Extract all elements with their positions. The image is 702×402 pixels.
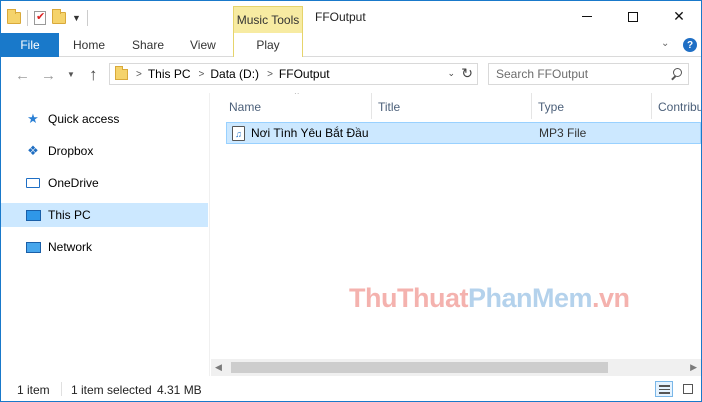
breadcrumb-this-pc[interactable]: This PC	[148, 67, 191, 81]
address-bar[interactable]: > This PC > Data (D:) > FFOutput ⌄ ↻	[109, 63, 478, 85]
status-bar: 1 item 1 item selected 4.31 MB	[1, 377, 701, 401]
breadcrumb-ffoutput[interactable]: FFOutput	[279, 67, 330, 81]
pane-divider[interactable]	[209, 93, 210, 376]
column-header-name[interactable]: Name	[229, 96, 261, 118]
column-divider[interactable]	[651, 93, 652, 119]
title-bar: ▼ Music Tools FFOutput ✕	[1, 1, 701, 33]
tab-file[interactable]: File	[1, 33, 59, 57]
selected-size: 4.31 MB	[157, 383, 202, 397]
recent-locations-chevron-icon[interactable]: ▼	[67, 70, 75, 79]
details-view-button[interactable]	[655, 381, 673, 397]
status-divider	[61, 382, 62, 396]
toolbar-divider	[27, 10, 28, 26]
up-arrow-icon[interactable]: ↑	[89, 65, 98, 85]
explorer-window: ▼ Music Tools FFOutput ✕ File Home Share…	[0, 0, 702, 402]
sidebar-item-label: Quick access	[48, 112, 120, 126]
sidebar-item-label: Dropbox	[48, 144, 94, 158]
onedrive-icon-shape	[26, 178, 40, 188]
navigation-pane: ★ Quick access ❖ Dropbox OneDrive This P…	[1, 93, 209, 376]
table-row[interactable]: ♫ Nơi Tình Yêu Bắt Đầu MP3 File	[226, 122, 701, 144]
search-placeholder: Search FFOutput	[496, 67, 589, 81]
maximize-button[interactable]	[610, 1, 656, 32]
sidebar-item-quick-access[interactable]: ★ Quick access	[1, 107, 208, 131]
sidebar-item-onedrive[interactable]: OneDrive	[1, 171, 208, 195]
sidebar-item-network[interactable]: Network	[1, 235, 208, 259]
close-button[interactable]: ✕	[656, 1, 702, 32]
column-header-type[interactable]: Type	[538, 96, 564, 118]
sidebar-item-dropbox[interactable]: ❖ Dropbox	[1, 139, 208, 163]
watermark-logo: ThuThuatPhanMem.vn	[349, 283, 630, 314]
breadcrumb-separator-icon[interactable]: >	[199, 69, 205, 80]
ribbon-tabs: File Home Share View Play ⌄ ?	[1, 33, 701, 57]
computer-icon	[25, 207, 41, 223]
back-arrow-icon[interactable]: ←	[15, 67, 30, 84]
sort-ascending-icon: ⌃	[293, 93, 301, 100]
file-name: Nơi Tình Yêu Bắt Đầu	[251, 126, 369, 140]
maximize-icon	[628, 11, 638, 22]
file-list: ⌃ Name Title Type Contribu ♫ Nơi Tình Yê…	[211, 93, 701, 376]
sidebar-item-this-pc[interactable]: This PC	[1, 203, 208, 227]
breadcrumb-separator-icon[interactable]: >	[136, 69, 142, 80]
mp3-file-icon: ♫	[232, 126, 245, 141]
watermark-part-1: ThuThuat	[349, 283, 468, 313]
window-title: FFOutput	[315, 10, 366, 24]
column-header-contributing-artists[interactable]: Contribu	[658, 96, 701, 118]
forward-arrow-icon[interactable]: →	[41, 67, 56, 84]
sidebar-item-label: OneDrive	[48, 176, 99, 190]
address-history-chevron-icon[interactable]: ⌄	[447, 68, 455, 79]
minimize-button[interactable]	[564, 1, 610, 32]
help-icon[interactable]: ?	[683, 38, 697, 52]
details-view-icon	[658, 384, 670, 394]
quick-access-toolbar: ▼	[7, 8, 88, 28]
sidebar-item-label: This PC	[48, 208, 91, 222]
search-input[interactable]: Search FFOutput	[488, 63, 689, 85]
breadcrumb-data-drive[interactable]: Data (D:)	[210, 67, 259, 81]
selected-count: 1 item selected	[71, 383, 152, 397]
file-type: MP3 File	[539, 126, 587, 140]
star-icon: ★	[27, 111, 39, 126]
watermark-part-2: PhanMem	[467, 283, 593, 313]
navigation-bar: ← → ▼ ↑ > This PC > Data (D:) > FFOutput…	[1, 58, 701, 92]
expand-ribbon-chevron-icon[interactable]: ⌄	[661, 38, 669, 49]
watermark-part-3: .vn	[592, 283, 630, 313]
refresh-icon[interactable]: ↻	[461, 65, 473, 82]
tab-play[interactable]: Play	[233, 33, 303, 57]
breadcrumb-separator-icon[interactable]: >	[267, 69, 273, 80]
search-icon[interactable]	[670, 68, 682, 80]
tab-share[interactable]: Share	[132, 33, 164, 57]
sidebar-item-label: Network	[48, 240, 93, 254]
properties-icon[interactable]	[34, 10, 46, 25]
column-divider[interactable]	[371, 93, 372, 119]
column-header-title[interactable]: Title	[378, 96, 400, 118]
computer-icon-shape	[25, 209, 41, 221]
minimize-icon	[582, 16, 592, 17]
item-count: 1 item	[17, 383, 50, 397]
network-icon-shape	[25, 241, 41, 253]
onedrive-icon	[25, 175, 41, 191]
large-icons-view-button[interactable]	[679, 381, 697, 397]
scroll-left-icon[interactable]: ◀	[215, 362, 222, 373]
scroll-right-icon[interactable]: ▶	[690, 362, 697, 373]
toolbar-divider	[86, 10, 88, 26]
customize-toolbar-chevron-icon[interactable]: ▼	[72, 13, 81, 23]
column-divider[interactable]	[531, 93, 532, 119]
scrollbar-thumb[interactable]	[231, 362, 608, 373]
network-icon	[25, 239, 41, 255]
large-icons-view-icon	[683, 384, 693, 394]
horizontal-scrollbar[interactable]: ◀ ▶	[211, 359, 701, 376]
music-tools-tab-group: Music Tools	[233, 6, 303, 33]
folder-icon[interactable]	[7, 9, 21, 24]
close-icon: ✕	[673, 8, 685, 24]
tab-home[interactable]: Home	[73, 33, 105, 57]
dropbox-icon: ❖	[27, 143, 39, 158]
folder-icon	[115, 65, 128, 80]
new-folder-icon[interactable]	[52, 9, 66, 24]
tab-view[interactable]: View	[190, 33, 216, 57]
